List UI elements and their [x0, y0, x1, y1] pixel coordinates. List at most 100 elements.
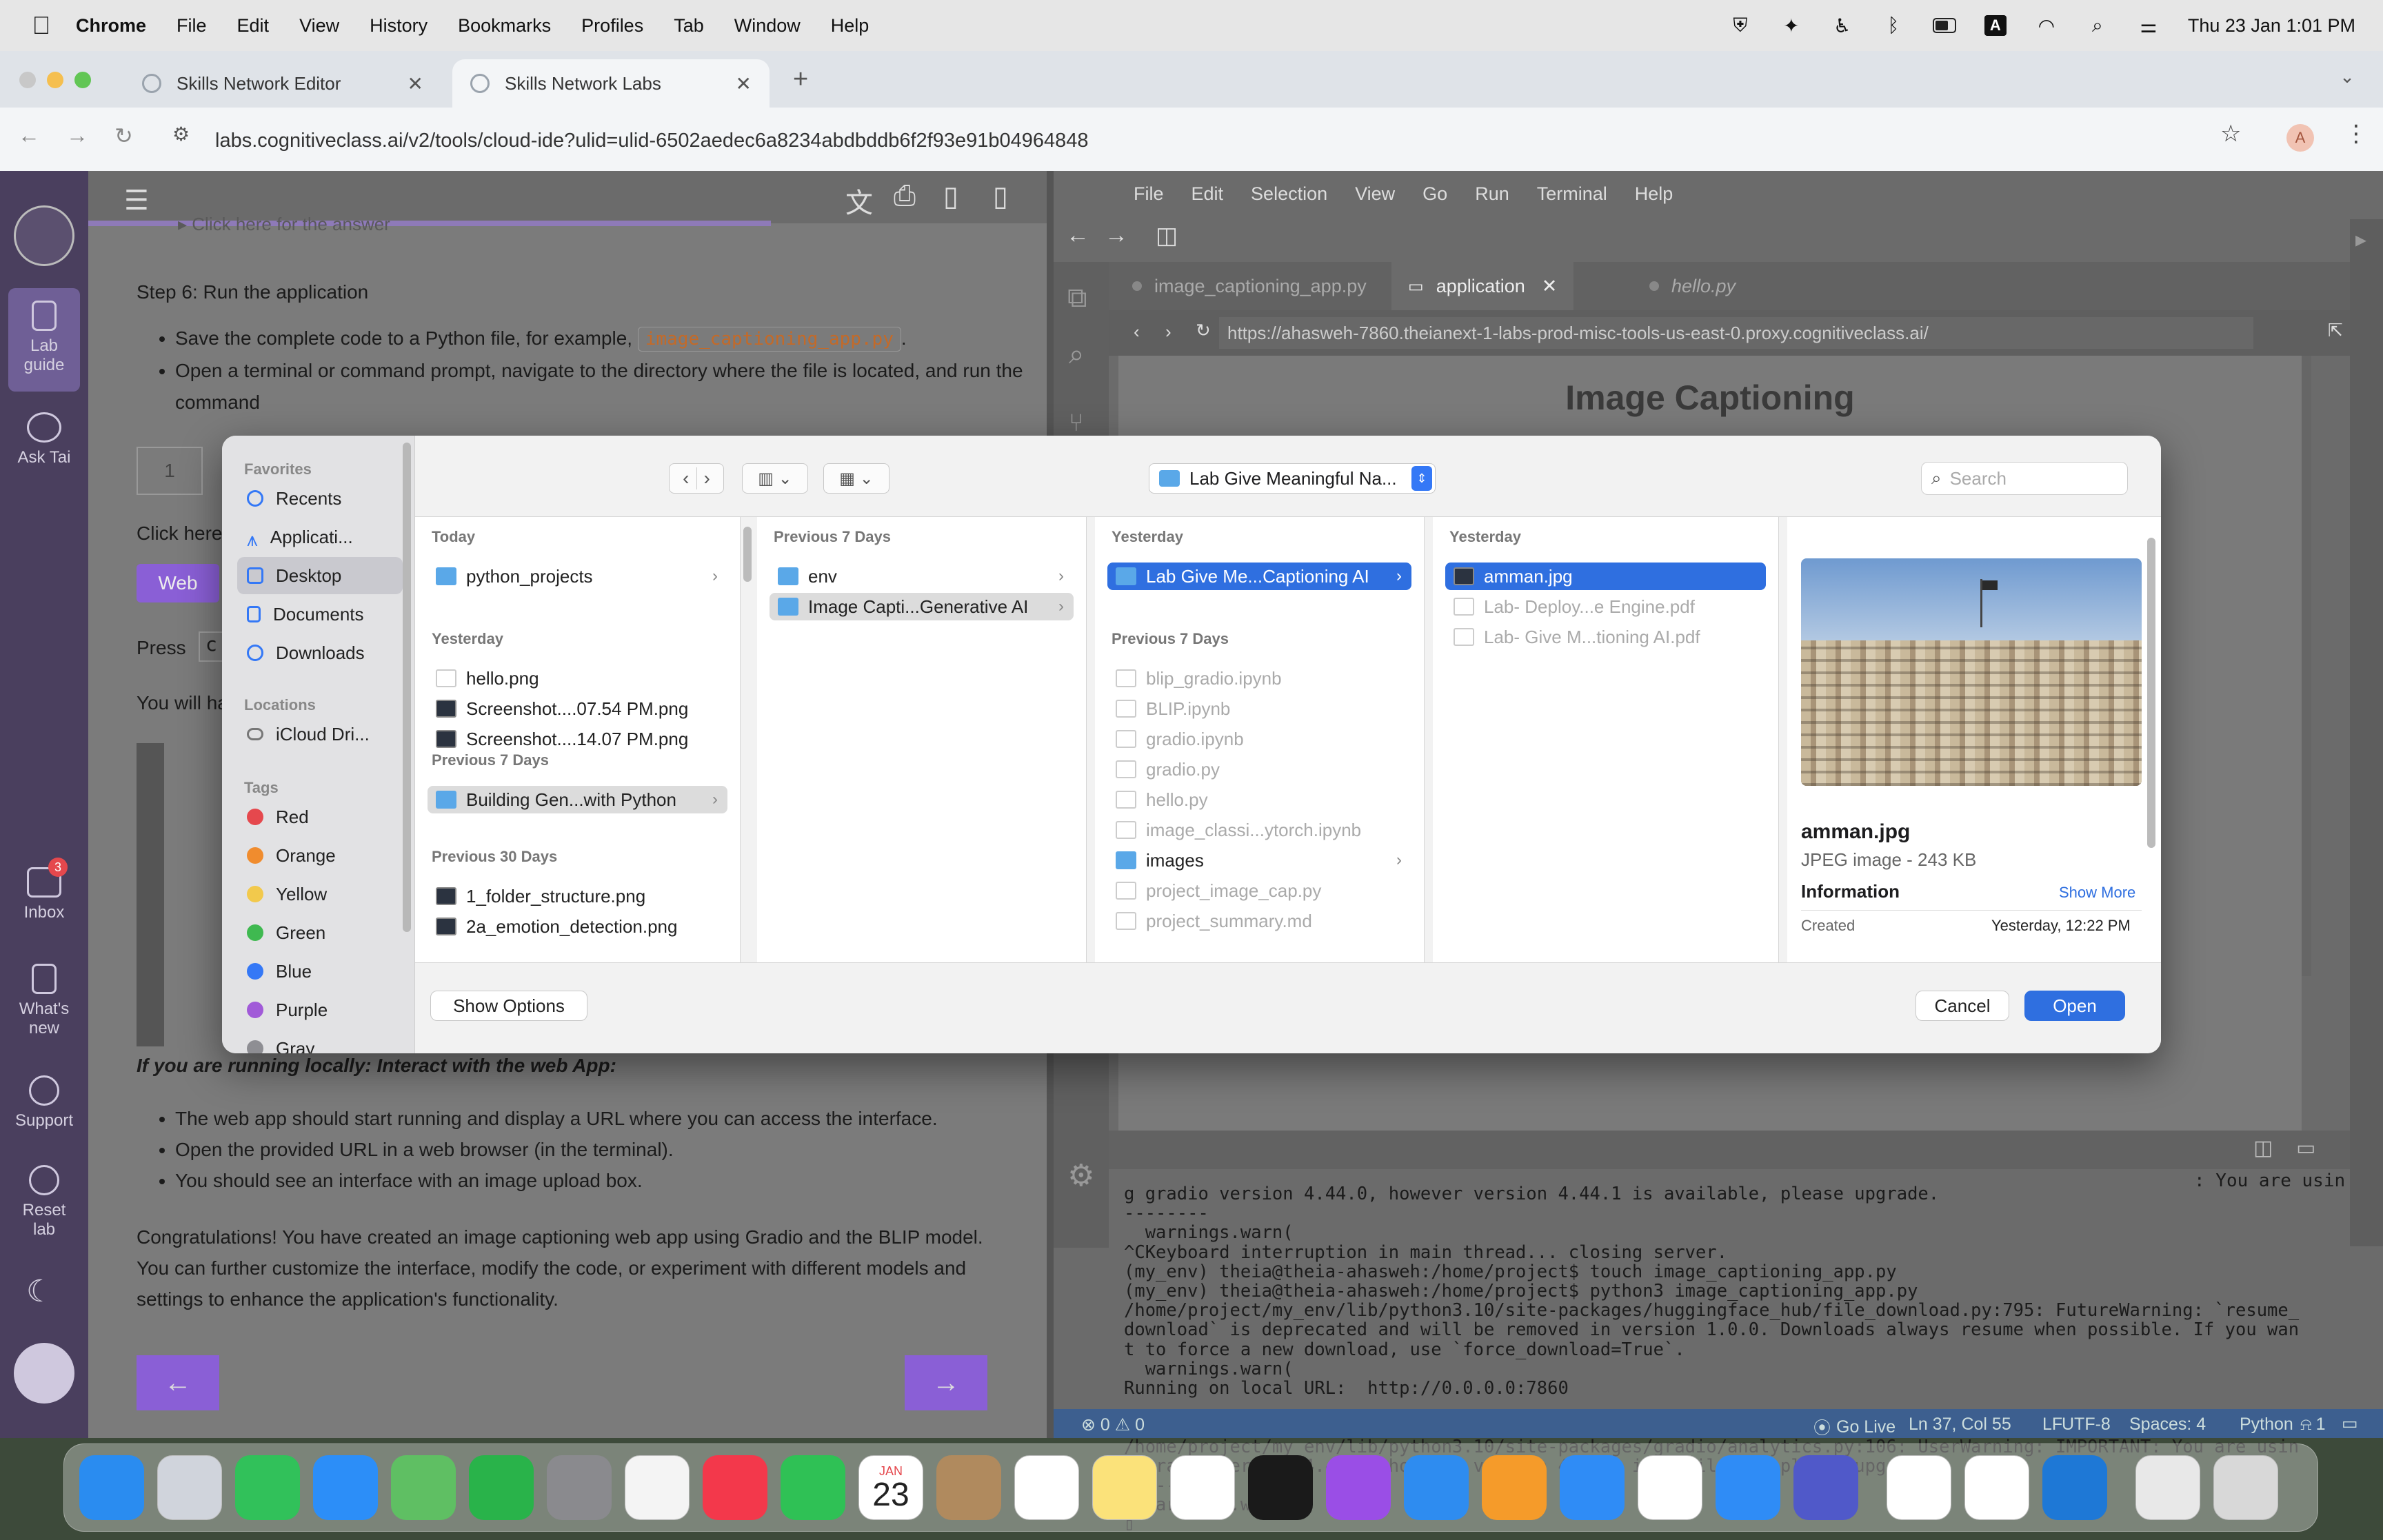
close-tab-icon[interactable]: ✕: [736, 72, 752, 95]
file-item[interactable]: gradio.ipynb: [1107, 725, 1411, 753]
keyboard-input-icon[interactable]: A: [1984, 15, 2007, 36]
notes-icon[interactable]: [1092, 1455, 1157, 1520]
problems-indicator[interactable]: ⊗ 0 ⚠ 0: [1081, 1415, 1145, 1435]
collapsed-answer-hint[interactable]: ▸ Click here for the answer: [178, 214, 390, 235]
file-item[interactable]: amman.jpg: [1445, 563, 1766, 590]
editor-tab-app-py[interactable]: image_captioning_app.py: [1116, 262, 1383, 310]
preview-scrollbar[interactable]: [2147, 538, 2155, 848]
shield-icon[interactable]: ⛨: [1729, 14, 1752, 36]
rail-reset-lab[interactable]: Reset lab: [0, 1165, 88, 1239]
menubar-item-edit[interactable]: Edit: [237, 15, 270, 37]
split-terminal-icon[interactable]: ◫: [2253, 1136, 2273, 1160]
sidebar-tag-purple[interactable]: Purple: [237, 991, 403, 1029]
dialog-search-input[interactable]: ⌕ Search: [1921, 462, 2128, 495]
close-window-button[interactable]: [19, 72, 36, 88]
folder-item[interactable]: Image Capti...Generative AI ›: [770, 593, 1074, 620]
nav-forward-icon[interactable]: ›: [696, 467, 717, 489]
preview-reload-icon[interactable]: ↻: [1196, 320, 1211, 341]
sidebar-item-desktop[interactable]: Desktop: [237, 557, 403, 594]
file-item[interactable]: Lab- Deploy...e Engine.pdf: [1445, 593, 1766, 620]
menubar-clock[interactable]: Thu 23 Jan 1:01 PM: [2188, 15, 2355, 37]
folder-item[interactable]: python_projects ›: [428, 563, 727, 590]
battery-icon[interactable]: [1932, 15, 1956, 36]
ide-menu-go[interactable]: Go: [1422, 183, 1447, 205]
sidebar-item-applications[interactable]: ⩚ Applicati...: [237, 518, 403, 556]
menubar-item-view[interactable]: View: [299, 15, 339, 37]
photos-icon[interactable]: [625, 1455, 690, 1520]
nav-back-icon[interactable]: ‹: [676, 467, 696, 489]
wifi-icon[interactable]: ◠: [2035, 15, 2058, 37]
profile-avatar[interactable]: A: [2286, 124, 2314, 152]
indentation[interactable]: Spaces: 4: [2129, 1415, 2206, 1435]
folder-item[interactable]: images ›: [1107, 847, 1411, 874]
accessibility-icon[interactable]: ♿: [1831, 15, 1854, 37]
print-icon[interactable]: ⎙: [894, 181, 916, 212]
preview-url-input[interactable]: https://ahasweh-7860.theianext-1-labs-pr…: [1219, 317, 2253, 349]
file-item[interactable]: image_classi...ytorch.ipynb: [1107, 816, 1411, 844]
file-item[interactable]: Screenshot....07.54 PM.png: [428, 695, 727, 722]
notifications-button[interactable]: ⍾ 1: [2300, 1415, 2325, 1435]
editor-tab-hello-py[interactable]: hello.py: [1633, 262, 1752, 310]
address-bar[interactable]: labs.cognitiveclass.ai/v2/tools/cloud-id…: [215, 120, 2201, 161]
table-of-contents-icon[interactable]: ☰: [124, 185, 149, 216]
browser-tab-labs[interactable]: Skills Network Labs ✕: [452, 59, 770, 108]
cursor-position[interactable]: Ln 37, Col 55: [1909, 1415, 2011, 1435]
contacts-icon[interactable]: [936, 1455, 1001, 1520]
click-here-text[interactable]: Click here: [137, 523, 222, 545]
mail-icon[interactable]: [313, 1455, 378, 1520]
maximize-panel-icon[interactable]: ▭: [2296, 1136, 2315, 1160]
ide-back-icon[interactable]: ←: [1066, 222, 1089, 249]
rail-whats-new[interactable]: What's new: [0, 964, 88, 1038]
file-item[interactable]: blip_gradio.ipynb: [1107, 665, 1411, 692]
safari-icon[interactable]: [1716, 1455, 1780, 1520]
tab-search-chevron-icon[interactable]: ⌄: [2333, 66, 2361, 94]
user-avatar[interactable]: [14, 1343, 74, 1404]
show-more-link[interactable]: Show More: [2059, 884, 2135, 902]
numbers-icon[interactable]: [469, 1455, 534, 1520]
app-store-icon[interactable]: [1560, 1455, 1625, 1520]
ide-menu-view[interactable]: View: [1355, 183, 1395, 205]
documents-stack-icon[interactable]: [2135, 1455, 2200, 1520]
language-mode[interactable]: Python: [2240, 1415, 2293, 1435]
ide-menu-edit[interactable]: Edit: [1192, 183, 1224, 205]
ide-menu-run[interactable]: Run: [1475, 183, 1509, 205]
facetime-icon[interactable]: [781, 1455, 845, 1520]
file-item[interactable]: Lab- Give M...tioning AI.pdf: [1445, 623, 1766, 651]
slack-icon[interactable]: [1638, 1455, 1702, 1520]
messages-icon[interactable]: [235, 1455, 300, 1520]
sidebar-tag-orange[interactable]: Orange: [237, 837, 403, 874]
music-icon[interactable]: [703, 1455, 767, 1520]
trash-icon[interactable]: [2213, 1455, 2278, 1520]
web-app-button[interactable]: Web: [137, 564, 219, 602]
folder-item[interactable]: Lab Give Me...Captioning AI ›: [1107, 563, 1411, 590]
sidebar-item-downloads[interactable]: Downloads: [237, 634, 403, 671]
file-encoding[interactable]: UTF-8: [2062, 1415, 2111, 1435]
sidebar-item-recents[interactable]: Recents: [237, 480, 403, 517]
close-tab-icon[interactable]: ✕: [408, 72, 423, 95]
apple-menu-icon[interactable]: : [28, 11, 55, 39]
minimize-window-button[interactable]: [47, 72, 63, 88]
preview-scrollbar[interactable]: [2302, 356, 2311, 976]
reminders-icon[interactable]: [1014, 1455, 1079, 1520]
show-options-button[interactable]: Show Options: [430, 991, 587, 1021]
location-popup[interactable]: Lab Give Meaningful Na... ⇕: [1149, 463, 1436, 494]
file-item[interactable]: project_summary.md: [1107, 907, 1411, 935]
finder-icon[interactable]: [79, 1455, 144, 1520]
podcasts-icon[interactable]: [1326, 1455, 1391, 1520]
close-tab-icon[interactable]: ✕: [1542, 276, 1558, 297]
menubar-item-profiles[interactable]: Profiles: [581, 15, 643, 37]
spotlight-search-icon[interactable]: ⌕: [2086, 14, 2109, 36]
file-item[interactable]: 2a_emotion_detection.png: [428, 913, 727, 940]
line-ending[interactable]: LF: [2042, 1415, 2062, 1435]
document-icon[interactable]: ▯: [993, 181, 1008, 212]
source-control-icon[interactable]: ⑂: [1069, 408, 1084, 437]
menubar-app-name[interactable]: Chrome: [76, 15, 146, 37]
launchpad-icon[interactable]: [157, 1455, 222, 1520]
ide-menu-file[interactable]: File: [1134, 183, 1164, 205]
chrome-menu-icon[interactable]: ⋮: [2344, 120, 2368, 148]
menubar-item-window[interactable]: Window: [734, 15, 801, 37]
apple-tv-icon[interactable]: [1248, 1455, 1313, 1520]
file-item[interactable]: Screenshot....14.07 PM.png: [428, 725, 727, 753]
folder-item[interactable]: Building Gen...with Python ›: [428, 786, 727, 813]
rail-inbox[interactable]: 3 Inbox: [0, 858, 88, 922]
